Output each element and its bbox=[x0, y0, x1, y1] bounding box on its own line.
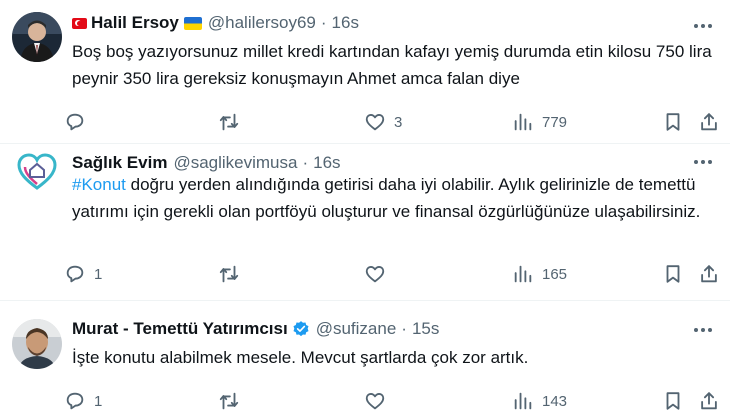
retweet-icon bbox=[219, 392, 239, 410]
ukraine-flag-icon bbox=[183, 16, 202, 30]
separator: · bbox=[320, 13, 327, 32]
author-handle[interactable]: @halilersoy69 bbox=[208, 13, 316, 33]
view-count: 143 bbox=[542, 392, 568, 410]
more-options-button[interactable] bbox=[690, 16, 716, 36]
tweet[interactable]: Halil Ersoy @halilersoy69 · 16s Boş boş … bbox=[0, 0, 730, 144]
reply-button[interactable]: 1 bbox=[64, 261, 102, 287]
bookmark-button[interactable] bbox=[662, 261, 684, 287]
author-handle[interactable]: @saglikevimusa bbox=[173, 153, 297, 173]
retweet-icon bbox=[219, 265, 239, 283]
tweet-text-content: doğru yerden alındığında getirisi daha i… bbox=[72, 175, 701, 221]
views-button[interactable]: 165 bbox=[512, 261, 567, 287]
avatar[interactable] bbox=[12, 146, 62, 196]
separator: · bbox=[401, 319, 407, 338]
author-name[interactable]: Sağlık Evim bbox=[72, 153, 167, 173]
share-button[interactable] bbox=[698, 109, 720, 135]
tweet-text: İşte konutu alabilmek mesele. Mevcut şar… bbox=[72, 348, 529, 367]
action-bar: 1 165 bbox=[62, 261, 722, 287]
tweet-text: #Konut doğru yerden alındığında getirisi… bbox=[72, 171, 717, 225]
tweet-text: Boş boş yazıyorsunuz millet kredi kartın… bbox=[72, 42, 712, 88]
reply-count: 1 bbox=[94, 265, 103, 283]
reply-button[interactable]: 1 bbox=[64, 388, 102, 414]
tweet-header: Murat - Temettü Yatırımcısı @sufizane · … bbox=[72, 318, 439, 340]
views-button[interactable]: 779 bbox=[512, 109, 567, 135]
avatar[interactable] bbox=[12, 319, 62, 369]
heart-icon bbox=[365, 393, 385, 410]
views-icon bbox=[514, 392, 532, 410]
hashtag-link[interactable]: #Konut bbox=[72, 175, 126, 194]
timestamp[interactable]: 16s bbox=[313, 153, 340, 173]
author-handle[interactable]: @sufizane bbox=[316, 319, 397, 339]
reply-icon bbox=[66, 265, 84, 283]
views-icon bbox=[514, 265, 532, 283]
views-button[interactable]: 143 bbox=[512, 388, 567, 414]
bookmark-button[interactable] bbox=[662, 388, 684, 414]
view-count: 165 bbox=[542, 265, 568, 283]
views-icon bbox=[514, 113, 532, 131]
share-icon bbox=[701, 113, 717, 131]
separator: · bbox=[302, 153, 309, 172]
like-button[interactable]: 3 bbox=[364, 109, 402, 135]
bookmark-icon bbox=[666, 392, 680, 410]
turkey-flag-icon bbox=[72, 17, 87, 29]
like-button[interactable] bbox=[364, 261, 386, 287]
tweet-header: Halil Ersoy @halilersoy69 · 16s bbox=[72, 12, 359, 34]
like-count: 3 bbox=[394, 113, 403, 131]
reply-icon bbox=[66, 392, 84, 410]
verified-badge-icon bbox=[293, 321, 309, 337]
author-name[interactable]: Halil Ersoy bbox=[91, 13, 179, 33]
tweet[interactable]: Murat - Temettü Yatırımcısı @sufizane · … bbox=[0, 301, 730, 420]
heart-icon bbox=[365, 266, 385, 283]
author-name[interactable]: Murat - Temettü Yatırımcısı bbox=[72, 319, 288, 339]
share-button[interactable] bbox=[698, 261, 720, 287]
share-button[interactable] bbox=[698, 388, 720, 414]
action-bar: 3 779 bbox=[62, 109, 722, 135]
reply-icon bbox=[66, 113, 84, 131]
more-options-button[interactable] bbox=[690, 152, 716, 172]
retweet-button[interactable] bbox=[218, 109, 240, 135]
bookmark-button[interactable] bbox=[662, 109, 684, 135]
view-count: 779 bbox=[542, 113, 568, 131]
retweet-icon bbox=[219, 113, 239, 131]
action-bar: 1 143 bbox=[62, 388, 722, 414]
share-icon bbox=[701, 265, 717, 283]
timestamp[interactable]: 15s bbox=[412, 319, 439, 339]
heart-icon bbox=[365, 114, 385, 131]
retweet-button[interactable] bbox=[218, 261, 240, 287]
tweet[interactable]: Sağlık Evim @saglikevimusa · 16s #Konut … bbox=[0, 144, 730, 301]
bookmark-icon bbox=[666, 265, 680, 283]
timestamp[interactable]: 16s bbox=[332, 13, 359, 33]
bookmark-icon bbox=[666, 113, 680, 131]
reply-button[interactable] bbox=[64, 109, 86, 135]
more-options-button[interactable] bbox=[690, 320, 716, 340]
like-button[interactable] bbox=[364, 388, 386, 414]
retweet-button[interactable] bbox=[218, 388, 240, 414]
share-icon bbox=[701, 392, 717, 410]
reply-count: 1 bbox=[94, 392, 103, 410]
avatar[interactable] bbox=[12, 12, 62, 62]
